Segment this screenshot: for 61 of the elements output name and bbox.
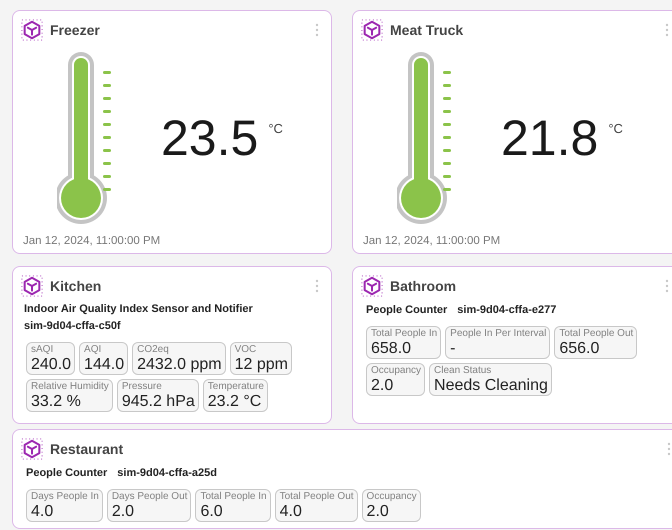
metric-value: 658.0 xyxy=(371,340,412,357)
metric-label: Clean Status xyxy=(434,365,492,377)
more-menu-icon[interactable] xyxy=(667,442,671,456)
cube-icon xyxy=(21,438,43,460)
metric-value: 2.0 xyxy=(366,503,390,520)
device-id: sim-9d04-cffa-c50f xyxy=(24,320,122,332)
metric-label: Occupancy xyxy=(366,491,417,503)
more-menu-icon[interactable] xyxy=(665,279,669,293)
timestamp: Jan 12, 2024, 11:00:00 PM xyxy=(362,235,502,249)
metric-label: Pressure xyxy=(122,381,163,393)
device-type: People Counter xyxy=(26,467,108,479)
metric-value: 656.0 xyxy=(559,340,600,357)
metric-label: CO2eq xyxy=(137,344,170,356)
more-menu-icon[interactable] xyxy=(315,23,319,37)
more-menu-icon[interactable] xyxy=(315,279,319,293)
unit-label: °C xyxy=(608,121,623,136)
metric-label: Total People In xyxy=(371,328,438,340)
device-type: People Counter xyxy=(366,304,448,316)
temperature-value: 23.5 xyxy=(161,109,258,167)
metric-label: sAQI xyxy=(31,344,54,356)
card-title: Meat Truck xyxy=(390,22,464,38)
card-title: Kitchen xyxy=(50,278,102,294)
card-title: Restaurant xyxy=(50,441,124,457)
metric-value: - xyxy=(450,340,456,357)
metric-label: Total People In xyxy=(200,491,267,503)
metric-value: 6.0 xyxy=(200,503,224,520)
metric-label: Total People Out xyxy=(280,491,354,503)
card-title: Freezer xyxy=(50,22,101,38)
metric-value: 12 ppm xyxy=(234,356,288,373)
metric-label: Temperature xyxy=(208,381,264,393)
timestamp: Jan 12, 2024, 11:00:00 PM xyxy=(22,235,162,249)
cube-icon xyxy=(361,275,383,297)
metric-label: AQI xyxy=(84,344,102,356)
device-id: sim-9d04-cffa-e277 xyxy=(457,304,556,316)
cube-icon xyxy=(361,19,383,41)
metric-label: Days People Out xyxy=(112,491,188,503)
metric-value: 23.2 °C xyxy=(208,393,262,410)
unit-label: °C xyxy=(268,121,283,136)
metric-value: 2.0 xyxy=(371,377,394,394)
device-id: sim-9d04-cffa-a25d xyxy=(117,467,217,479)
metric-value: 2.0 xyxy=(112,503,136,520)
metric-label: Relative Humidity xyxy=(31,381,109,393)
metric-label: Days People In xyxy=(31,491,99,503)
metric-label: Occupancy xyxy=(371,365,422,377)
temperature-value: 21.8 xyxy=(501,109,598,167)
metric-value: 240.0 xyxy=(31,356,72,373)
device-type: Indoor Air Quality Index Sensor and Notifier xyxy=(24,303,254,315)
metric-value: 945.2 hPa xyxy=(122,393,195,410)
metric-value: 4.0 xyxy=(280,503,303,520)
metric-value: Needs Cleaning xyxy=(434,377,548,394)
metric-label: Total People Out xyxy=(559,328,634,340)
metric-value: 144.0 xyxy=(84,356,124,373)
metric-value: 4.0 xyxy=(31,503,54,520)
metric-label: People In Per Interval xyxy=(450,328,546,340)
card-title: Bathroom xyxy=(390,278,458,294)
metric-label: VOC xyxy=(234,344,258,356)
more-menu-icon[interactable] xyxy=(665,23,669,37)
cube-icon xyxy=(21,19,43,41)
metric-value: 33.2 % xyxy=(31,393,82,410)
metric-value: 2432.0 ppm xyxy=(137,356,222,373)
cube-icon xyxy=(21,275,43,297)
